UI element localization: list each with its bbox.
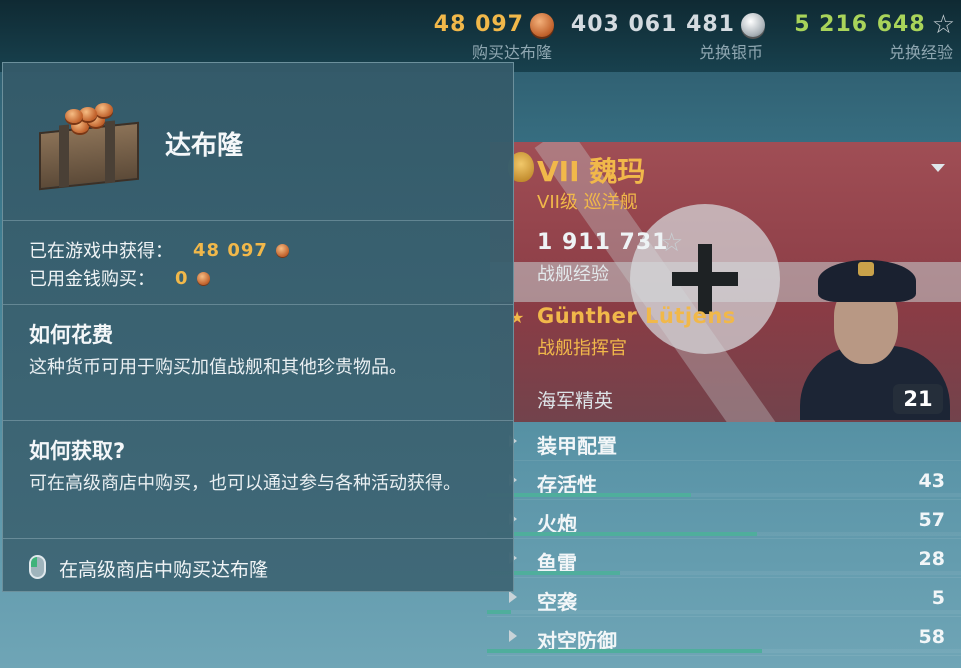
stat-row[interactable]: 装甲配置 — [487, 422, 961, 461]
expand-arrow-icon[interactable] — [509, 591, 517, 603]
stat-bar — [487, 649, 762, 653]
credits-balance[interactable]: 403 061 481 兑换银币 — [571, 12, 765, 63]
stat-row[interactable]: 对空防御 58 — [487, 617, 961, 656]
stat-bar — [487, 493, 691, 497]
stat-row[interactable]: 空袭 5 — [487, 578, 961, 617]
ship-name: VII 魏玛 — [537, 155, 646, 188]
star-icon: ☆ — [931, 9, 955, 40]
ship-xp-label: 战舰经验 — [537, 264, 609, 285]
stat-value: 28 — [918, 548, 945, 570]
exchange-credits-label[interactable]: 兑换银币 — [571, 39, 763, 63]
exchange-xp-label[interactable]: 兑换经验 — [794, 39, 953, 63]
obtain-text: 可在高级商店中购买，也可以通过参与各种活动获得。 — [29, 473, 461, 494]
earned-value: 48 097 — [193, 239, 268, 261]
doubloon-icon — [530, 12, 554, 37]
ship-stats-list: 装甲配置 存活性 43 火炮 57 鱼雷 28 空袭 5 对空防御 58 — [487, 422, 961, 656]
bought-value: 0 — [175, 267, 189, 289]
buy-doubloons-label[interactable]: 购买达布隆 — [434, 39, 552, 63]
doubloon-icon — [196, 271, 210, 285]
earned-label: 已在游戏中获得： — [29, 241, 173, 262]
silver-coin-icon — [741, 12, 765, 37]
expand-arrow-icon[interactable] — [509, 630, 517, 642]
commander-portrait[interactable]: 21 — [792, 246, 951, 420]
balance-section — [3, 221, 513, 305]
spend-text: 这种货币可用于购买加值战舰和其他珍贵物品。 — [29, 357, 407, 378]
doubloons-balance[interactable]: 48 097 购买达布隆 — [434, 12, 554, 63]
doubloons-amount: 48 097 — [433, 12, 524, 37]
doubloon-chest-icon — [35, 103, 143, 191]
elite-label: 海军精英 — [537, 390, 614, 412]
ship-xp-value: 1 911 731 — [537, 230, 669, 255]
xp-star-icon: ☆ — [660, 228, 684, 258]
buy-in-premium-shop-hint: 在高级商店中购买达布隆 — [59, 559, 269, 581]
free-xp-amount: 5 216 648 — [794, 12, 926, 37]
credits-amount: 403 061 481 — [570, 12, 735, 37]
commander-title: 战舰指挥官 — [537, 338, 627, 359]
stat-bar — [487, 610, 511, 614]
stat-row[interactable]: 鱼雷 28 — [487, 539, 961, 578]
commander-name[interactable]: Günther Lütjens — [537, 304, 736, 328]
stat-name: 装甲配置 — [537, 434, 617, 458]
stat-value: 5 — [931, 587, 945, 609]
stat-value: 43 — [918, 470, 945, 492]
spend-heading: 如何花费 — [29, 323, 113, 347]
commander-level-badge: 21 — [893, 384, 943, 414]
stat-value: 57 — [918, 509, 945, 531]
stat-bar — [487, 532, 758, 536]
ship-class: VII级 巡洋舰 — [537, 192, 638, 213]
free-xp-balance[interactable]: 5 216 648 ☆ 兑换经验 — [794, 12, 955, 63]
mouse-left-click-icon — [29, 555, 46, 579]
stat-row[interactable]: 火炮 57 — [487, 500, 961, 539]
stat-value: 58 — [918, 626, 945, 648]
bought-label: 已用金钱购买： — [29, 269, 155, 290]
doubloon-icon — [275, 243, 289, 257]
doubloons-tooltip: 达布隆 已在游戏中获得： 48 097 已用金钱购买： 0 如何花费 这种货币可… — [2, 62, 514, 592]
stat-row[interactable]: 存活性 43 — [487, 461, 961, 500]
earned-row: 已在游戏中获得： 48 097 — [29, 237, 289, 263]
tooltip-title: 达布隆 — [165, 131, 244, 161]
chevron-down-icon[interactable] — [931, 164, 945, 172]
bought-row: 已用金钱购买： 0 — [29, 265, 210, 291]
obtain-heading: 如何获取? — [29, 439, 126, 463]
